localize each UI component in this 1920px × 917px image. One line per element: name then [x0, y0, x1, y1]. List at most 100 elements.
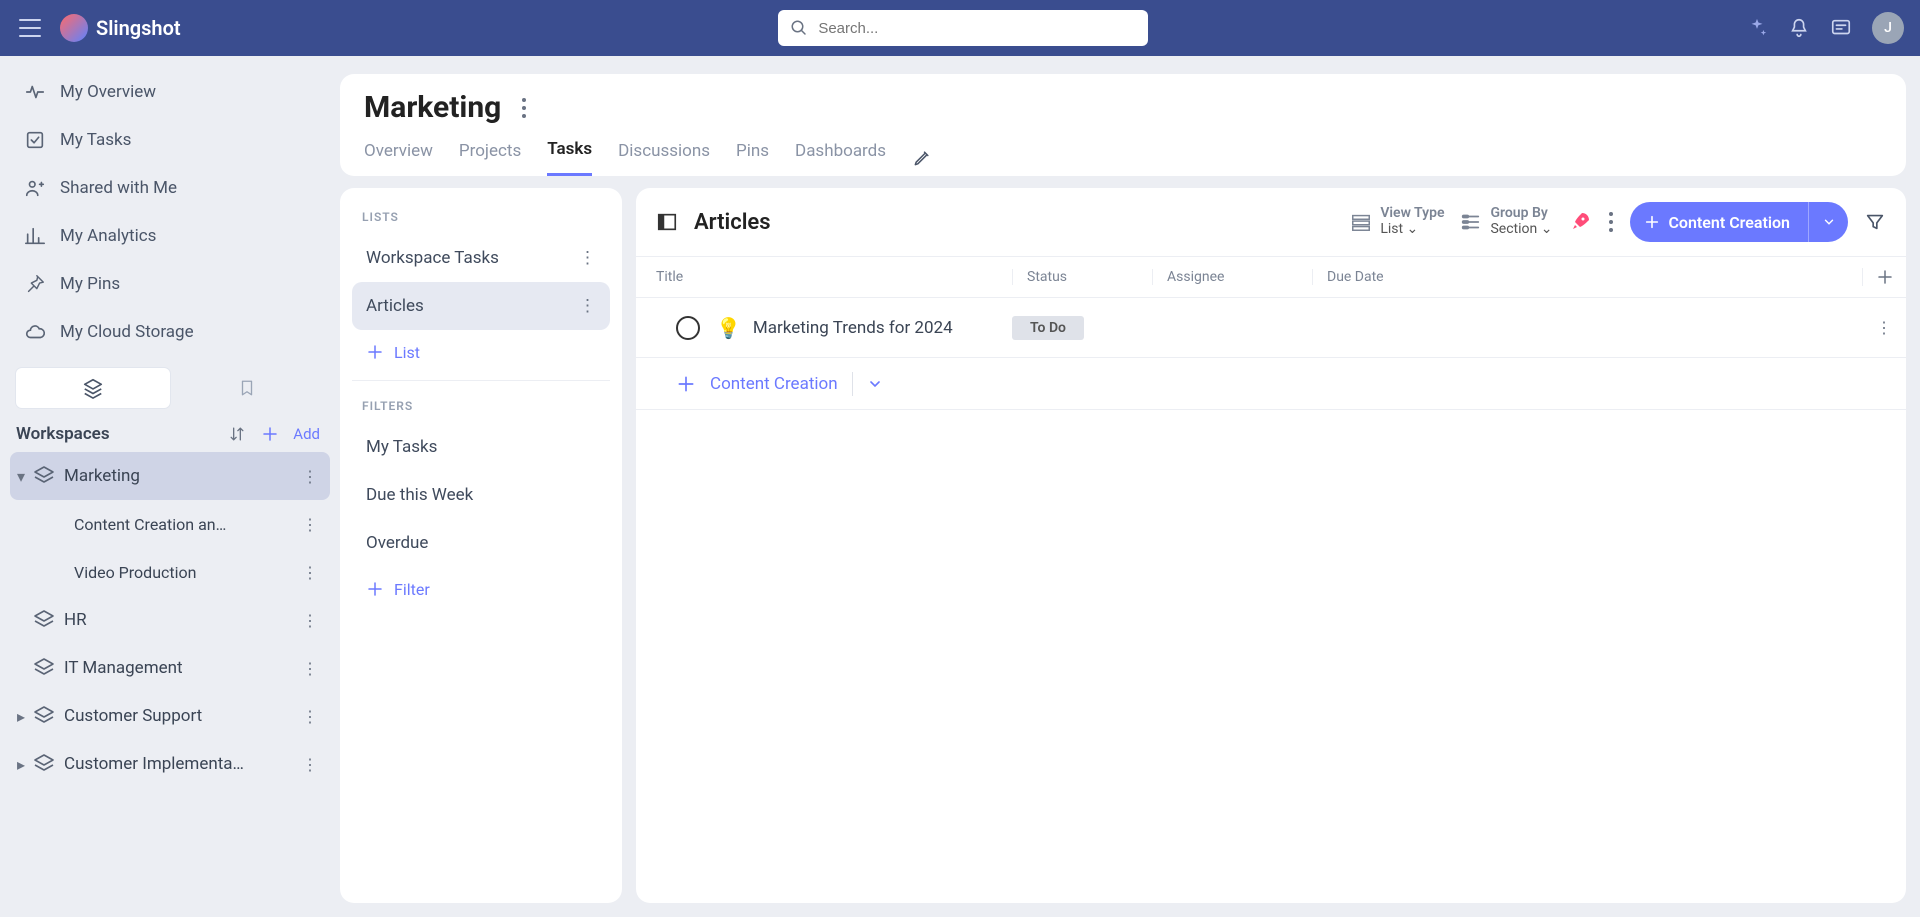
page-title: Marketing [364, 90, 501, 125]
search-input-wrap[interactable] [778, 10, 1148, 46]
filter-overdue[interactable]: Overdue [352, 519, 610, 567]
group-by-control[interactable]: Group By Section ⌄ [1460, 206, 1552, 238]
tab-tasks[interactable]: Tasks [547, 139, 592, 176]
workspace-marketing[interactable]: ▾ Marketing ⋮ [10, 452, 330, 500]
task-row[interactable]: 💡 Marketing Trends for 2024 To Do ⋮ [636, 298, 1906, 358]
menu-icon[interactable] [16, 14, 44, 42]
list-workspace-tasks[interactable]: Workspace Tasks ⋮ [352, 234, 610, 282]
search-input[interactable] [818, 20, 1136, 37]
list-articles[interactable]: Articles ⋮ [352, 282, 610, 330]
layers-icon [32, 608, 56, 632]
more-icon[interactable]: ⋮ [302, 707, 322, 726]
status-cell[interactable]: To Do [1012, 316, 1152, 340]
plus-icon[interactable] [261, 425, 279, 443]
nav-analytics[interactable]: My Analytics [10, 212, 330, 260]
tab-overview[interactable]: Overview [364, 141, 433, 175]
tab-projects[interactable]: Projects [459, 141, 521, 175]
tab-pins[interactable]: Pins [736, 141, 769, 175]
filter-my-tasks[interactable]: My Tasks [352, 423, 610, 471]
nav-my-overview[interactable]: My Overview [10, 68, 330, 116]
nav-label: My Pins [60, 274, 120, 294]
collapse-panel-icon[interactable] [656, 211, 678, 233]
plus-icon [1876, 268, 1894, 286]
tab-discussions[interactable]: Discussions [618, 141, 710, 175]
caret-down-icon[interactable]: ▾ [14, 467, 28, 486]
chat-icon[interactable] [1830, 17, 1852, 39]
top-bar: Slingshot J [0, 0, 1920, 56]
view-type-control[interactable]: View Type List ⌄ [1350, 206, 1444, 238]
workspace-child-video-production[interactable]: Video Production ⋮ [10, 548, 330, 596]
nav-my-tasks[interactable]: My Tasks [10, 116, 330, 164]
more-icon[interactable]: ⋮ [302, 467, 322, 486]
sparkle-icon[interactable] [1746, 17, 1768, 39]
layers-icon [32, 704, 56, 728]
more-icon[interactable]: ⋮ [302, 659, 322, 678]
more-icon[interactable]: ⋮ [579, 296, 596, 316]
group-icon [1460, 211, 1482, 233]
add-filter-button[interactable]: Filter [352, 567, 610, 611]
add-column-button[interactable] [1862, 268, 1906, 286]
chevron-down-icon: ⌄ [1541, 221, 1553, 237]
create-button-label: Content Creation [1668, 213, 1790, 232]
more-icon[interactable]: ⋮ [302, 563, 322, 582]
workspace-label: Customer Implementa… [64, 754, 302, 774]
nav-pins[interactable]: My Pins [10, 260, 330, 308]
nav-label: My Cloud Storage [60, 322, 194, 342]
more-icon[interactable] [521, 97, 527, 119]
bell-icon[interactable] [1788, 17, 1810, 39]
plus-icon [1644, 214, 1660, 230]
layers-icon [32, 656, 56, 680]
add-list-button[interactable]: List [352, 330, 610, 374]
rocket-icon[interactable] [1568, 210, 1592, 234]
primary-action: Content Creation [1630, 202, 1848, 242]
plus-icon [366, 580, 384, 598]
list-item-label: Articles [366, 296, 424, 316]
brand-logo[interactable]: Slingshot [60, 14, 181, 42]
workspace-customer-impl[interactable]: ▸ Customer Implementa… ⋮ [10, 740, 330, 788]
create-button[interactable]: Content Creation [1630, 202, 1808, 242]
people-icon [24, 177, 46, 199]
chevron-down-icon[interactable] [867, 376, 883, 392]
list-icon [1350, 211, 1372, 233]
add-filter-label: Filter [394, 580, 430, 599]
add-task-row[interactable]: Content Creation [636, 358, 1906, 410]
user-avatar[interactable]: J [1872, 12, 1904, 44]
workspace-label: IT Management [64, 658, 302, 678]
workspace-customer-support[interactable]: ▸ Customer Support ⋮ [10, 692, 330, 740]
tab-bookmark-icon[interactable] [170, 368, 324, 408]
task-columns-header: Title Status Assignee Due Date [636, 256, 1906, 298]
workspace-label: HR [64, 610, 302, 630]
complete-toggle[interactable] [676, 316, 700, 340]
more-icon[interactable]: ⋮ [302, 515, 322, 534]
tab-dashboards[interactable]: Dashboards [795, 141, 886, 175]
nav-cloud[interactable]: My Cloud Storage [10, 308, 330, 356]
caret-right-icon[interactable]: ▸ [14, 755, 28, 774]
pencil-icon[interactable] [912, 148, 932, 168]
tasks-header: Articles View Type List ⌄ Group By [636, 188, 1906, 256]
row-more-icon[interactable]: ⋮ [1862, 318, 1906, 337]
add-task-label: Content Creation [710, 374, 838, 394]
page-header-panel: Marketing Overview Projects Tasks Discus… [340, 74, 1906, 176]
more-icon[interactable]: ⋮ [302, 611, 322, 630]
more-icon[interactable]: ⋮ [302, 755, 322, 774]
workspace-child-content-creation[interactable]: Content Creation an… ⋮ [10, 500, 330, 548]
sort-icon[interactable] [227, 424, 247, 444]
lists-header: LISTS [352, 206, 610, 234]
tab-stacks-icon[interactable] [16, 368, 170, 408]
workspace-label: Marketing [64, 466, 302, 486]
group-by-label: Group By [1490, 206, 1552, 220]
create-dropdown[interactable] [1808, 202, 1848, 242]
plus-icon [366, 343, 384, 361]
add-workspace-link[interactable]: Add [293, 425, 320, 443]
more-icon[interactable] [1608, 211, 1614, 233]
filter-due-this-week[interactable]: Due this Week [352, 471, 610, 519]
task-name: Marketing Trends for 2024 [753, 318, 1012, 338]
add-list-label: List [394, 343, 420, 362]
nav-label: Shared with Me [60, 178, 177, 198]
nav-shared[interactable]: Shared with Me [10, 164, 330, 212]
workspace-it[interactable]: IT Management ⋮ [10, 644, 330, 692]
more-icon[interactable]: ⋮ [579, 248, 596, 268]
filter-icon[interactable] [1864, 211, 1886, 233]
caret-right-icon[interactable]: ▸ [14, 707, 28, 726]
workspace-hr[interactable]: HR ⋮ [10, 596, 330, 644]
